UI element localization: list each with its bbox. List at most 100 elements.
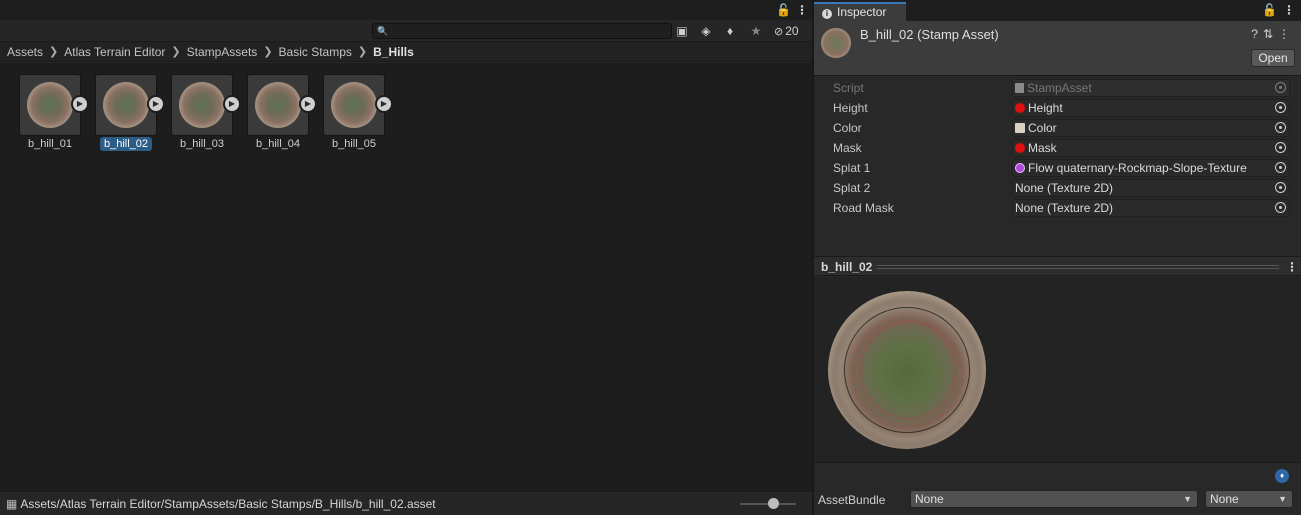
expand-play-icon[interactable]: ▶ — [299, 95, 317, 113]
asset-label: b_hill_01 — [27, 138, 73, 150]
breadcrumb-item-atlas-terrain-editor[interactable]: Atlas Terrain Editor — [64, 45, 165, 59]
hill-stamp-image — [255, 82, 301, 128]
property-label: Splat 1 — [833, 161, 871, 175]
help-icon[interactable]: ? — [1251, 27, 1263, 41]
hidden-packages-toggle[interactable]: ⊘ 20 — [774, 22, 799, 40]
asset-bundle-label: AssetBundle — [818, 493, 886, 507]
preview-contour-ring — [860, 321, 956, 419]
preview-header[interactable]: b_hill_02 ⋮ — [814, 256, 1301, 276]
status-bar: ▦ Assets/Atlas Terrain Editor/StampAsset… — [0, 491, 812, 515]
property-row-color: Color Color — [814, 118, 1301, 138]
breadcrumb-item-assets[interactable]: Assets — [7, 45, 43, 59]
search-by-type-icon[interactable]: ▣ — [672, 22, 692, 40]
script-icon — [1015, 83, 1024, 93]
asset-bundle-variant-dropdown[interactable]: None ▼ — [1205, 490, 1293, 508]
inspector-panel: i Inspector 🔓 ⋮ B_hill_02 (Stamp Asset) ?… — [814, 0, 1301, 515]
object-picker-icon[interactable] — [1275, 102, 1286, 113]
color-field[interactable]: Color — [1012, 119, 1290, 137]
property-row-height: Height Height — [814, 98, 1301, 118]
expand-play-icon[interactable]: ▶ — [71, 95, 89, 113]
object-picker-icon[interactable] — [1275, 142, 1286, 153]
property-label: Color — [833, 121, 862, 135]
height-field[interactable]: Height — [1012, 99, 1290, 117]
settings-sliders-icon[interactable]: ⇅ — [1263, 27, 1278, 41]
asset-cube-icon: ▦ — [6, 496, 18, 511]
lock-icon[interactable]: 🔓 — [776, 3, 791, 17]
selected-asset-path: Assets/Atlas Terrain Editor/StampAssets/… — [20, 496, 436, 511]
object-picker-icon[interactable] — [1275, 182, 1286, 193]
asset-tile[interactable]: ▶ b_hill_02 — [95, 74, 171, 154]
search-box[interactable]: 🔍 — [372, 23, 672, 39]
object-picker-icon[interactable] — [1275, 122, 1286, 133]
expand-play-icon[interactable]: ▶ — [375, 95, 393, 113]
breadcrumb: Assets ❯ Atlas Terrain Editor ❯ StampAss… — [0, 42, 812, 62]
property-label: Splat 2 — [833, 181, 871, 195]
properties-list: Script StampAsset Height Height Color Co… — [814, 77, 1301, 255]
lock-icon[interactable]: 🔓 — [1262, 3, 1277, 17]
hill-stamp-image — [331, 82, 377, 128]
asset-tile[interactable]: ▶ b_hill_04 — [247, 74, 323, 154]
filter-by-type-icon[interactable]: ◈ — [696, 22, 716, 40]
asset-tile[interactable]: ▶ b_hill_05 — [323, 74, 399, 154]
project-panel: 🔓 ⋮ 🔍 ▣ ◈ ♦ ★ ⊘ 20 Assets ❯ Atlas Terrain… — [0, 0, 812, 515]
property-row-mask: Mask Mask — [814, 138, 1301, 158]
inspector-tab-bar: i Inspector 🔓 ⋮ — [814, 0, 1301, 21]
asset-tile[interactable]: ▶ b_hill_01 — [19, 74, 95, 154]
breadcrumb-item-stampassets[interactable]: StampAssets — [187, 45, 258, 59]
asset-bundle-bar: ♦ AssetBundle None ▼ None ▼ — [814, 462, 1301, 515]
project-toolbar: 🔍 ▣ ◈ ♦ ★ ⊘ 20 — [0, 20, 812, 42]
texture-swatch-icon — [1015, 123, 1025, 133]
road-mask-field[interactable]: None (Texture 2D) — [1012, 199, 1290, 217]
filter-by-label-icon[interactable]: ♦ — [720, 22, 740, 40]
property-row-splat-2: Splat 2 None (Texture 2D) — [814, 178, 1301, 198]
search-input[interactable] — [389, 24, 667, 38]
resize-grip[interactable] — [877, 265, 1279, 269]
object-picker-icon[interactable] — [1275, 202, 1286, 213]
open-button[interactable]: Open — [1251, 49, 1295, 67]
hill-stamp-image — [179, 82, 225, 128]
breadcrumb-item-basic-stamps[interactable]: Basic Stamps — [279, 45, 352, 59]
asset-label-selected: b_hill_02 — [87, 137, 165, 151]
hill-stamp-image — [27, 82, 73, 128]
more-options-icon[interactable]: ⋮ — [1278, 27, 1295, 41]
texture-swatch-icon — [1015, 163, 1025, 173]
expand-play-icon[interactable]: ▶ — [147, 95, 165, 113]
asset-bundle-dropdown[interactable]: None ▼ — [910, 490, 1198, 508]
header-icons: ?⇅⋮ — [1251, 27, 1295, 41]
property-row-splat-1: Splat 1 Flow quaternary-Rockmap-Slope-Te… — [814, 158, 1301, 178]
asset-label: b_hill_03 — [179, 138, 225, 150]
dropdown-arrow-icon: ▼ — [1278, 494, 1287, 504]
breadcrumb-item-current[interactable]: B_Hills — [373, 45, 414, 59]
zoom-slider-handle[interactable] — [768, 498, 779, 509]
splat-1-field[interactable]: Flow quaternary-Rockmap-Slope-Texture — [1012, 159, 1290, 177]
texture-swatch-icon — [1015, 143, 1025, 153]
tab-inspector[interactable]: i Inspector — [814, 2, 906, 21]
property-label: Mask — [833, 141, 862, 155]
chevron-right-icon: ❯ — [171, 46, 181, 58]
chevron-right-icon: ❯ — [357, 46, 368, 58]
object-picker-icon[interactable] — [1275, 162, 1286, 173]
splat-2-field[interactable]: None (Texture 2D) — [1012, 179, 1290, 197]
asset-tile[interactable]: ▶ b_hill_03 — [171, 74, 247, 154]
inspector-title: B_hill_02 (Stamp Asset) — [860, 27, 999, 42]
search-icon: 🔍 — [377, 26, 389, 36]
dropdown-arrow-icon: ▼ — [1183, 494, 1192, 504]
mask-field[interactable]: Mask — [1012, 139, 1290, 157]
more-options-icon[interactable]: ⋮ — [1286, 260, 1298, 274]
chevron-right-icon: ❯ — [263, 46, 273, 58]
label-tag-icon[interactable]: ♦ — [1275, 469, 1289, 483]
chevron-right-icon: ❯ — [49, 46, 59, 58]
favorites-star-icon[interactable]: ★ — [746, 22, 766, 40]
preview-area — [814, 277, 1301, 462]
project-tab-bar: 🔓 ⋮ — [0, 0, 812, 20]
more-options-icon[interactable]: ⋮ — [796, 3, 808, 17]
script-field: StampAsset — [1012, 79, 1290, 97]
texture-swatch-icon — [1015, 103, 1025, 113]
info-icon: i — [822, 9, 832, 19]
hill-stamp-image — [103, 82, 149, 128]
property-label: Road Mask — [833, 201, 894, 215]
asset-grid: ▶ b_hill_01 ▶ b_hill_02 ▶ b_hill_03 ▶ b_… — [0, 63, 812, 491]
expand-play-icon[interactable]: ▶ — [223, 95, 241, 113]
eye-slash-icon: ⊘ — [774, 26, 784, 38]
more-options-icon[interactable]: ⋮ — [1283, 3, 1295, 17]
